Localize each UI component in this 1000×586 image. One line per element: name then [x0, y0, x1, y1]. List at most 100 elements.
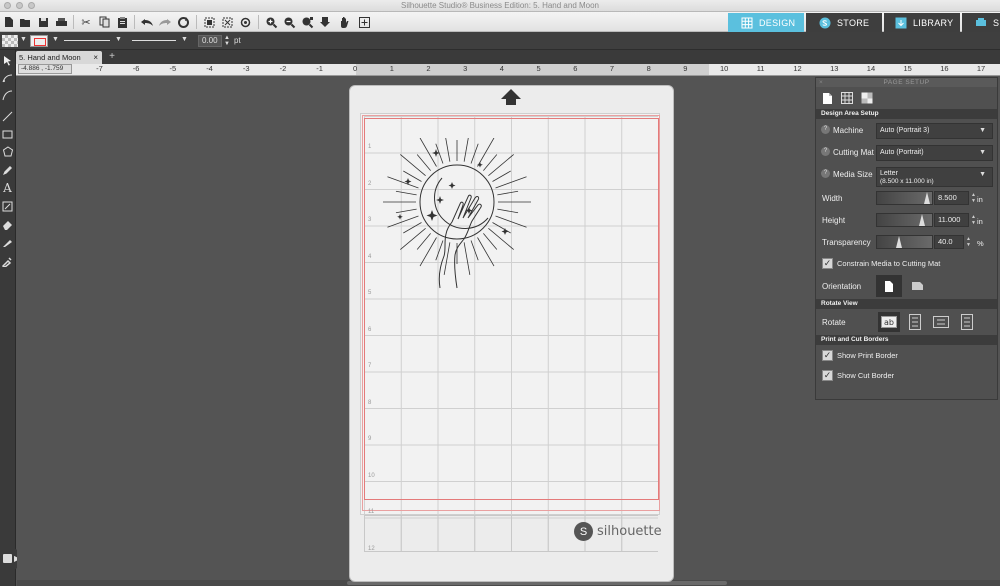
grid-settings-tab-icon[interactable] — [840, 91, 854, 105]
media-size-select[interactable]: Letter (8.500 x 11.000 in) ▼ — [876, 167, 993, 187]
eyedropper-tool-icon[interactable] — [1, 254, 14, 268]
line-join-select[interactable] — [132, 40, 176, 41]
move-down-icon[interactable] — [318, 15, 332, 29]
add-page-icon[interactable] — [357, 15, 371, 29]
sunburst-ray — [416, 233, 431, 250]
line-width-stepper[interactable]: ▲ ▼ — [224, 35, 230, 47]
group-icon[interactable] — [202, 15, 216, 29]
help-icon[interactable]: ? — [821, 169, 830, 178]
draw-tool-icon[interactable] — [1, 199, 14, 213]
pencil-tool-icon[interactable] — [1, 163, 14, 177]
eraser-tool-icon[interactable] — [1, 217, 14, 231]
tab-store[interactable]: STORE — [806, 13, 882, 32]
transparency-input[interactable]: 40.0 — [934, 235, 964, 249]
constrain-media-checkbox[interactable]: ✓ — [822, 258, 833, 269]
width-slider[interactable] — [876, 191, 933, 205]
print-cut-borders-title: Print and Cut Borders — [816, 335, 997, 345]
cut-icon[interactable]: ✂ — [79, 15, 93, 29]
knife-tool-icon[interactable] — [1, 235, 14, 249]
landscape-orientation-button[interactable] — [904, 275, 930, 297]
chevron-down-icon[interactable]: ▼ — [115, 36, 122, 43]
rotate-90-icon — [909, 314, 921, 330]
tab-library[interactable]: LIBRARY — [884, 13, 960, 32]
panel-icon — [3, 554, 12, 563]
rotate-0-button[interactable]: ab — [878, 312, 900, 332]
chevron-down-icon[interactable]: ▼ — [181, 36, 188, 43]
sunburst-ray — [395, 208, 417, 214]
zoom-out-icon[interactable] — [282, 15, 296, 29]
ruler-tick-label: -1 — [316, 64, 323, 73]
chevron-down-icon[interactable]: ▼ — [52, 36, 59, 43]
close-icon[interactable]: × — [93, 51, 98, 64]
document-tab[interactable]: 5. Hand and Moon × — [16, 51, 102, 64]
rotate-180-button[interactable] — [930, 312, 952, 332]
ungroup-icon[interactable] — [220, 15, 234, 29]
sunburst-ray — [419, 138, 437, 167]
show-print-border-row: ✓ Show Print Border — [816, 345, 997, 365]
help-icon[interactable]: ? — [821, 125, 830, 134]
point-edit-icon[interactable] — [1, 71, 14, 85]
curve-tool-icon[interactable] — [1, 88, 14, 102]
new-icon[interactable] — [2, 15, 16, 29]
pan-hand-icon[interactable] — [338, 15, 352, 29]
rotate-270-button[interactable] — [956, 312, 978, 332]
paste-icon[interactable] — [115, 15, 129, 29]
height-input[interactable]: 11.000 — [934, 213, 969, 227]
slider-thumb[interactable] — [896, 236, 902, 248]
background-tab-icon[interactable] — [860, 91, 874, 105]
toolbar-separator — [196, 15, 197, 29]
line-style-select[interactable] — [64, 40, 110, 41]
tab-send[interactable]: S — [962, 13, 1000, 32]
rotate-90-button[interactable] — [904, 312, 926, 332]
zoom-fit-icon[interactable] — [300, 15, 314, 29]
panel-title: PAGE SETUP — [883, 79, 930, 86]
redo-icon[interactable] — [158, 15, 172, 29]
transparency-stepper[interactable]: ▲ ▼ — [966, 236, 971, 248]
silhouette-logo-icon: S — [574, 522, 593, 541]
line-width-input[interactable]: 0.00 — [198, 35, 222, 47]
page-setup-tab-icon[interactable] — [820, 91, 834, 105]
width-stepper[interactable]: ▲ ▼ — [971, 192, 976, 204]
hand-and-moon-artwork[interactable] — [380, 138, 535, 293]
panel-header: × PAGE SETUP — [816, 78, 997, 87]
rectangle-tool-icon[interactable] — [1, 127, 14, 141]
open-icon[interactable] — [18, 15, 32, 29]
sunburst-ray — [483, 233, 498, 250]
help-icon[interactable]: ? — [821, 147, 830, 156]
height-slider[interactable] — [876, 213, 933, 227]
refresh-icon[interactable] — [176, 15, 190, 29]
add-tab-button[interactable]: + — [106, 51, 118, 63]
sunburst-ray — [416, 154, 431, 171]
line-tool-icon[interactable] — [1, 109, 14, 123]
transparency-slider[interactable] — [876, 235, 933, 249]
slider-thumb[interactable] — [919, 214, 925, 226]
print-icon[interactable] — [54, 15, 68, 29]
select-all-icon[interactable] — [238, 15, 252, 29]
slider-thumb[interactable] — [924, 192, 930, 204]
width-input[interactable]: 8.500 — [934, 191, 969, 205]
chevron-down-icon[interactable]: ▼ — [20, 36, 27, 43]
save-icon[interactable] — [36, 15, 50, 29]
polygon-tool-icon[interactable] — [1, 145, 14, 159]
copy-icon[interactable] — [97, 15, 111, 29]
constrain-media-label: Constrain Media to Cutting Mat — [837, 259, 941, 268]
mat-row-number: 10 — [368, 472, 375, 479]
fill-color-swatch[interactable] — [2, 35, 18, 47]
show-print-border-checkbox[interactable]: ✓ — [822, 350, 833, 361]
cutting-mat-label: Cutting Mat — [833, 148, 874, 157]
close-icon[interactable]: × — [819, 78, 823, 87]
line-color-swatch[interactable] — [30, 35, 48, 47]
machine-select[interactable]: Auto (Portrait 3) ▼ — [876, 123, 993, 139]
toolbar-separator — [258, 15, 259, 29]
tab-design[interactable]: DESIGN — [728, 13, 804, 32]
show-cut-border-checkbox[interactable]: ✓ — [822, 370, 833, 381]
cutting-mat-select[interactable]: Auto (Portrait) ▼ — [876, 145, 993, 161]
constrain-media-row: ✓ Constrain Media to Cutting Mat — [816, 253, 997, 273]
portrait-orientation-button[interactable] — [876, 275, 902, 297]
height-stepper[interactable]: ▲ ▼ — [971, 214, 976, 226]
select-tool-icon[interactable] — [1, 53, 14, 67]
text-tool-icon[interactable]: A — [1, 181, 14, 195]
undo-icon[interactable] — [140, 15, 154, 29]
sunburst-ray — [477, 237, 495, 267]
zoom-in-icon[interactable] — [264, 15, 278, 29]
